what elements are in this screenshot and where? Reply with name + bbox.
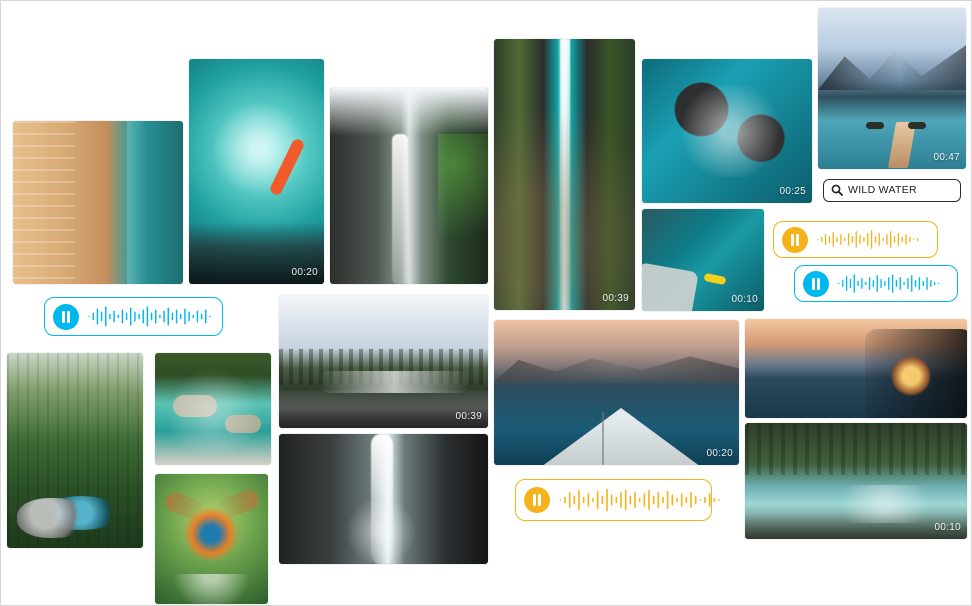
kingfisher-image [155, 474, 268, 604]
audio-player-center[interactable] [515, 479, 720, 521]
duration-label: 00:10 [731, 294, 758, 305]
waterfall-tile[interactable] [330, 88, 488, 284]
forest-river-tile[interactable] [7, 353, 143, 548]
kingfisher-tile[interactable] [155, 474, 268, 604]
waveform [88, 306, 211, 327]
pause-icon[interactable] [53, 303, 79, 330]
car-sunset-image [745, 319, 967, 418]
mountain-lake-tile[interactable]: 00:47 [818, 8, 966, 169]
pause-icon[interactable] [524, 487, 550, 513]
duration-label: 00:47 [933, 152, 960, 163]
waveform [559, 488, 720, 512]
car-sunset-tile[interactable] [745, 319, 967, 418]
forest-rapids-image [279, 295, 488, 428]
mountain-lake-image [818, 8, 966, 169]
waveform [817, 230, 919, 249]
beach-aerial-tile[interactable] [13, 121, 183, 284]
kayak-rapids-image [189, 59, 324, 284]
yellow-boat-tile[interactable]: 00:10 [642, 209, 764, 311]
gorge-falls-image [279, 434, 488, 564]
forest-rapids-tile[interactable]: 00:39 [279, 295, 488, 428]
coastal-rocks-tile[interactable]: 00:25 [642, 59, 812, 203]
search-bar[interactable]: WILD WATER [823, 179, 961, 202]
duration-label: 00:10 [934, 522, 961, 533]
coastal-rocks-image [642, 59, 812, 203]
rock-pool-tile[interactable] [155, 353, 271, 465]
search-input[interactable]: WILD WATER [848, 184, 917, 196]
rock-pool-image [155, 353, 271, 465]
gorge-falls-tile[interactable] [279, 434, 488, 564]
waterfall-image [330, 88, 488, 284]
duration-label: 00:39 [602, 293, 629, 304]
duration-label: 00:25 [779, 186, 806, 197]
forest-river-wide-tile[interactable]: 00:10 [745, 423, 967, 539]
boat-bow-image [494, 320, 739, 465]
canyon-river-tile[interactable]: 00:39 [494, 39, 635, 310]
pause-icon[interactable] [803, 270, 829, 297]
waveform [838, 274, 940, 293]
search-icon [831, 184, 843, 196]
media-collage: 00:20 00:39 00:25 00:47 WILD WATER 00:10… [0, 0, 972, 606]
audio-player-right-top[interactable] [773, 221, 938, 258]
pause-icon[interactable] [782, 226, 808, 253]
beach-aerial-image [13, 121, 183, 284]
boat-bow-tile[interactable]: 00:20 [494, 320, 739, 465]
duration-label: 00:20 [291, 267, 318, 278]
audio-player-right-bottom[interactable] [794, 265, 958, 302]
kayak-rapids-tile[interactable]: 00:20 [189, 59, 324, 284]
audio-player-left[interactable] [44, 297, 223, 336]
duration-label: 00:39 [455, 411, 482, 422]
duration-label: 00:20 [706, 448, 733, 459]
forest-river-image [7, 353, 143, 548]
canyon-river-image [494, 39, 635, 310]
